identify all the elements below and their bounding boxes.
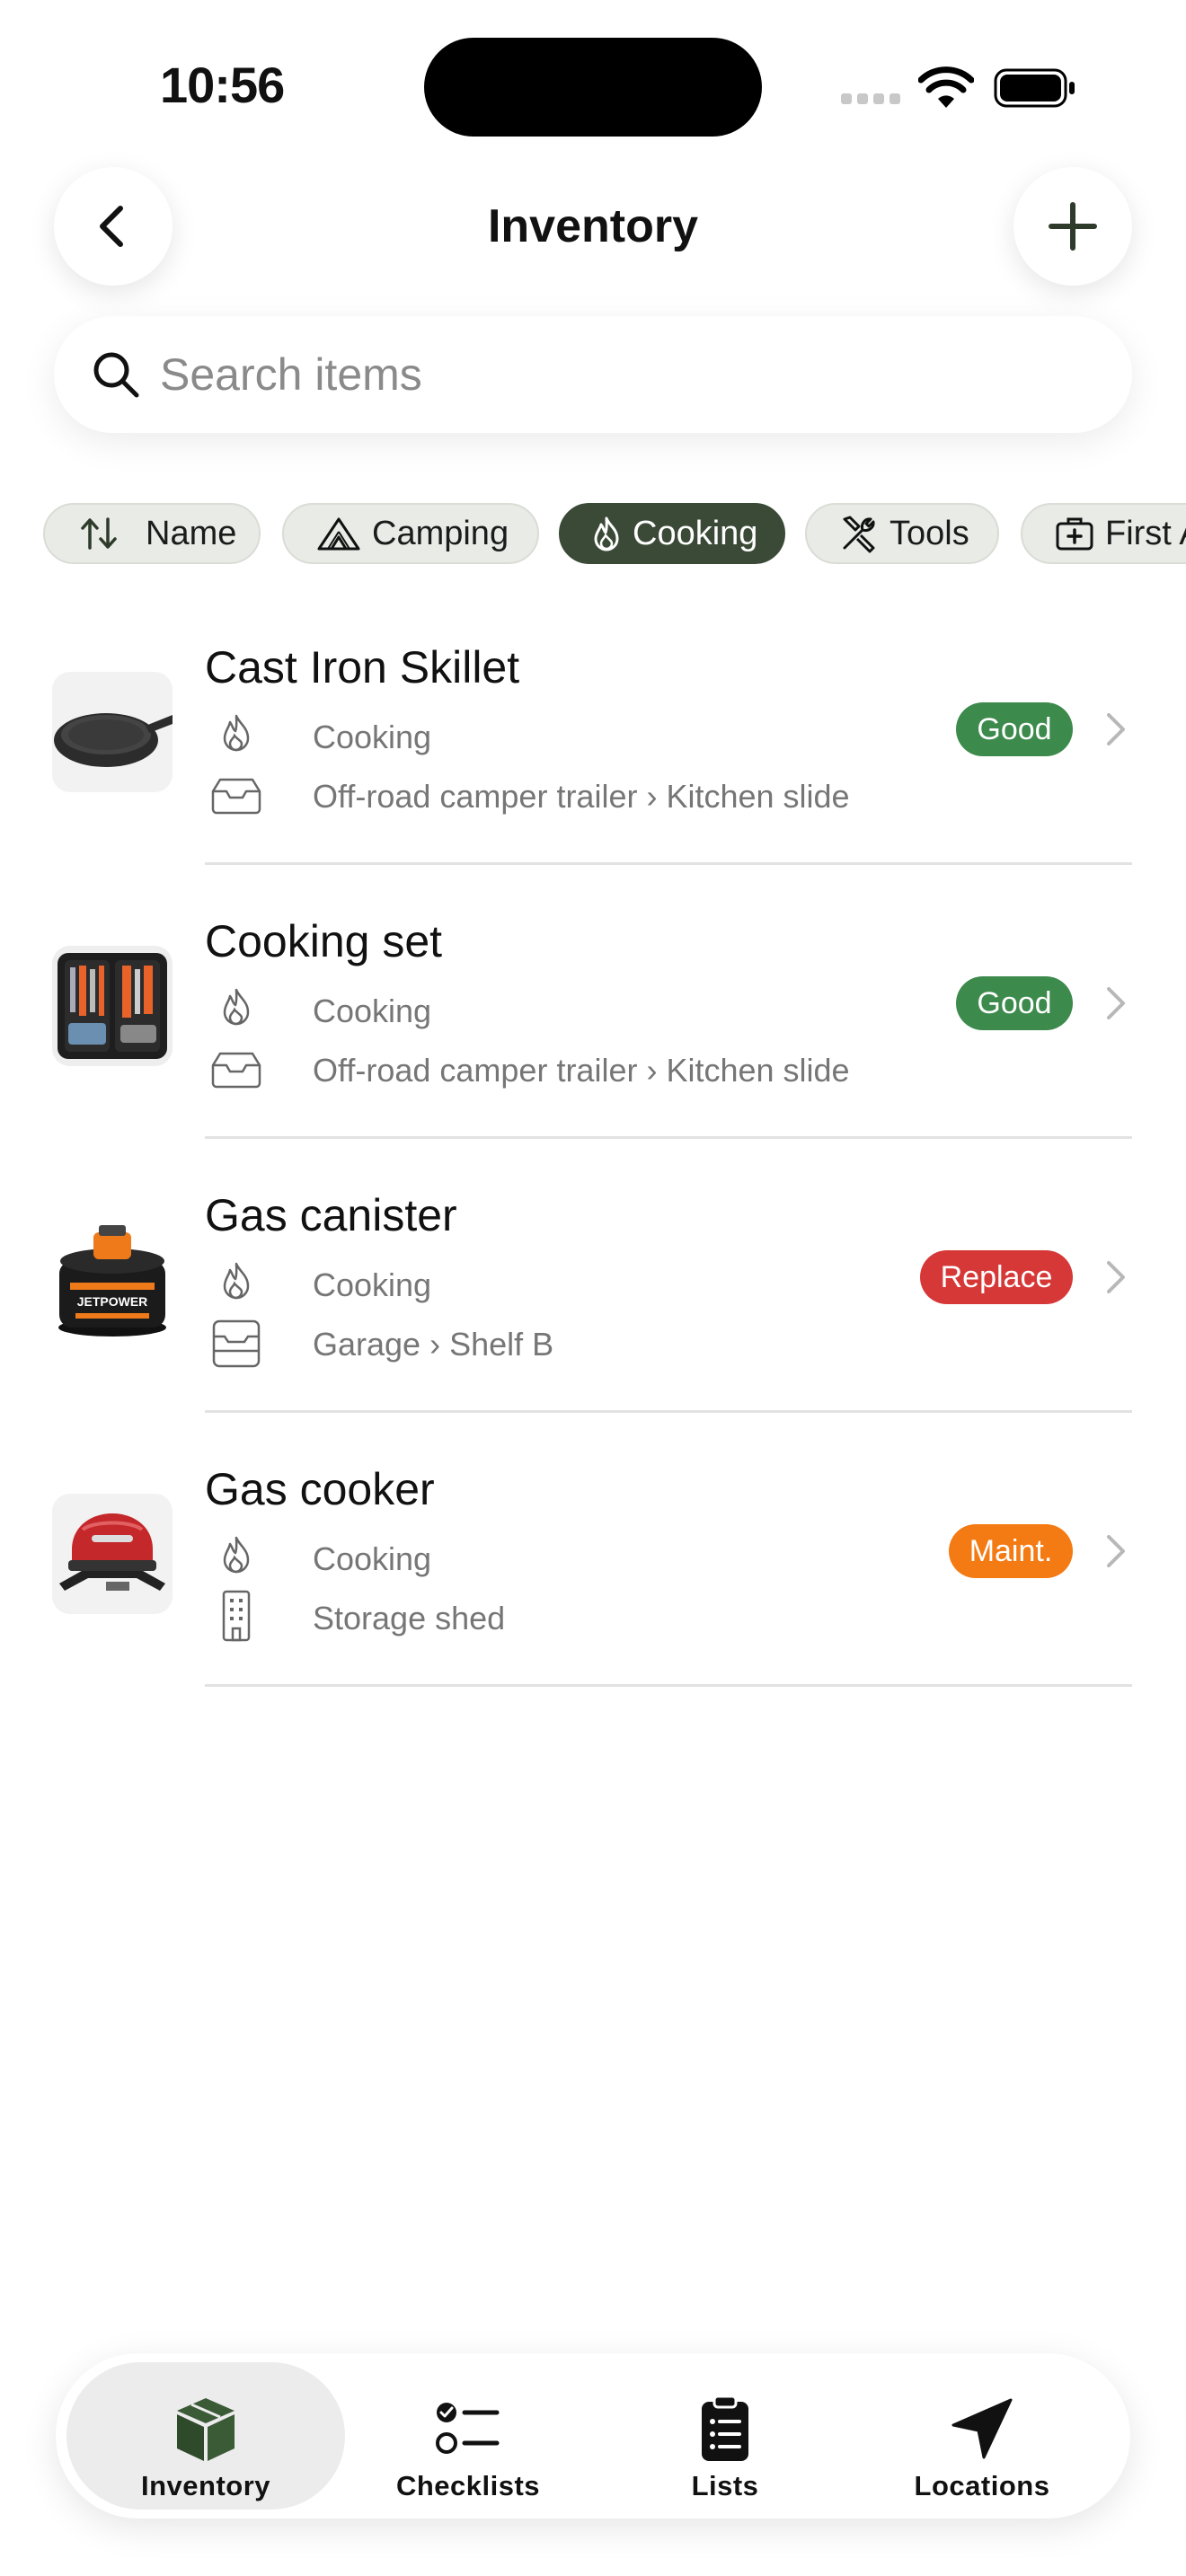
tab-locations[interactable]: Locations	[843, 2362, 1121, 2510]
flame-icon	[594, 516, 619, 551]
filter-chip-label: Name	[146, 514, 237, 552]
item-location: Storage shed	[313, 1600, 506, 1636]
chevron-right-icon	[1107, 1535, 1125, 1567]
filter-chip-name[interactable]: Name	[43, 503, 261, 564]
search-icon	[93, 352, 139, 398]
item-thumbnail	[52, 1494, 173, 1614]
tray-icon	[211, 778, 261, 815]
chevron-right-icon	[1107, 987, 1125, 1019]
tools-icon	[843, 516, 875, 553]
svg-text:JETPOWER: JETPOWER	[77, 1294, 148, 1309]
item-name: Gas cooker	[205, 1464, 435, 1514]
battery-icon	[994, 68, 1075, 108]
tab-label: Inventory	[140, 2470, 271, 2501]
cabinet-icon	[212, 1319, 261, 1368]
status-badge: Maint.	[949, 1524, 1073, 1578]
tab-label: Locations	[914, 2470, 1050, 2501]
item-thumbnail	[52, 946, 173, 1066]
checklist-icon	[436, 2403, 500, 2454]
item-category: Cooking	[313, 1540, 432, 1577]
page-title: Inventory	[487, 200, 699, 252]
flame-icon	[223, 988, 250, 1026]
building-icon	[222, 1590, 251, 1642]
status-badge: Good	[956, 976, 1073, 1030]
divider	[205, 1684, 1132, 1687]
first-aid-icon	[1056, 517, 1093, 551]
status-badge: Replace	[920, 1250, 1073, 1304]
filter-chip-tools[interactable]: Tools	[805, 503, 999, 564]
flame-icon	[223, 1262, 250, 1300]
location-arrow-icon	[951, 2398, 1013, 2459]
search-bar[interactable]	[54, 316, 1132, 433]
item-category: Cooking	[313, 1266, 432, 1303]
tab-inventory[interactable]: Inventory	[66, 2362, 345, 2510]
filter-chip-label: Tools	[890, 514, 969, 552]
item-name: Cooking set	[205, 916, 443, 966]
filter-chips: Name Camping Cooking Tools First Aid	[0, 503, 1186, 564]
item-category: Cooking	[313, 992, 432, 1029]
filter-chip-cooking[interactable]: Cooking	[559, 503, 785, 564]
tab-label: Checklists	[395, 2470, 541, 2501]
cellular-signal-icon	[841, 93, 900, 104]
item-thumbnail	[52, 672, 173, 792]
sort-icon	[81, 517, 117, 550]
plus-icon	[1049, 202, 1097, 251]
item-location: Garage › Shelf B	[313, 1326, 554, 1363]
item-thumbnail: JETPOWER	[52, 1220, 173, 1340]
status-badge: Good	[956, 702, 1073, 756]
list-item[interactable]: Cooking set Cooking Off-road camper trai…	[0, 865, 1186, 1139]
filter-chip-label: Camping	[372, 514, 509, 552]
tab-lists[interactable]: Lists	[586, 2362, 864, 2510]
item-name: Gas canister	[205, 1190, 457, 1240]
tab-checklists[interactable]: Checklists	[329, 2362, 607, 2510]
filter-chip-label: First Aid	[1105, 514, 1186, 552]
clipboard-icon	[702, 2395, 748, 2461]
status-bar: 10:56	[0, 0, 1186, 162]
item-location: Off-road camper trailer › Kitchen slide	[313, 1052, 850, 1089]
list-item[interactable]: Cast Iron Skillet Cooking Off-road campe…	[0, 591, 1186, 865]
chevron-right-icon	[1107, 1261, 1125, 1293]
item-category: Cooking	[313, 719, 432, 755]
tab-label: Lists	[691, 2470, 759, 2501]
item-location: Off-road camper trailer › Kitchen slide	[313, 778, 850, 815]
tent-icon	[317, 517, 360, 551]
item-name: Cast Iron Skillet	[205, 642, 520, 693]
add-item-button[interactable]	[1013, 167, 1132, 286]
search-input[interactable]	[160, 339, 1094, 410]
filter-chip-camping[interactable]: Camping	[282, 503, 539, 564]
status-time: 10:56	[160, 57, 285, 113]
flame-icon	[223, 714, 250, 752]
wifi-icon	[918, 66, 974, 108]
filter-chip-first-aid[interactable]: First Aid	[1021, 503, 1186, 564]
dynamic-island	[424, 38, 762, 137]
list-item[interactable]: Gas cooker Cooking Storage shed Maint.	[0, 1413, 1186, 1687]
chevron-right-icon	[1107, 713, 1125, 745]
flame-icon	[223, 1536, 250, 1574]
tray-icon	[211, 1052, 261, 1089]
list-item[interactable]: JETPOWER Gas canister Cooking Garage › S…	[0, 1139, 1186, 1413]
filter-chip-label: Cooking	[633, 514, 758, 552]
tab-bar: Inventory Checklists Lists Locations	[56, 2353, 1130, 2519]
box-icon	[177, 2398, 235, 2461]
